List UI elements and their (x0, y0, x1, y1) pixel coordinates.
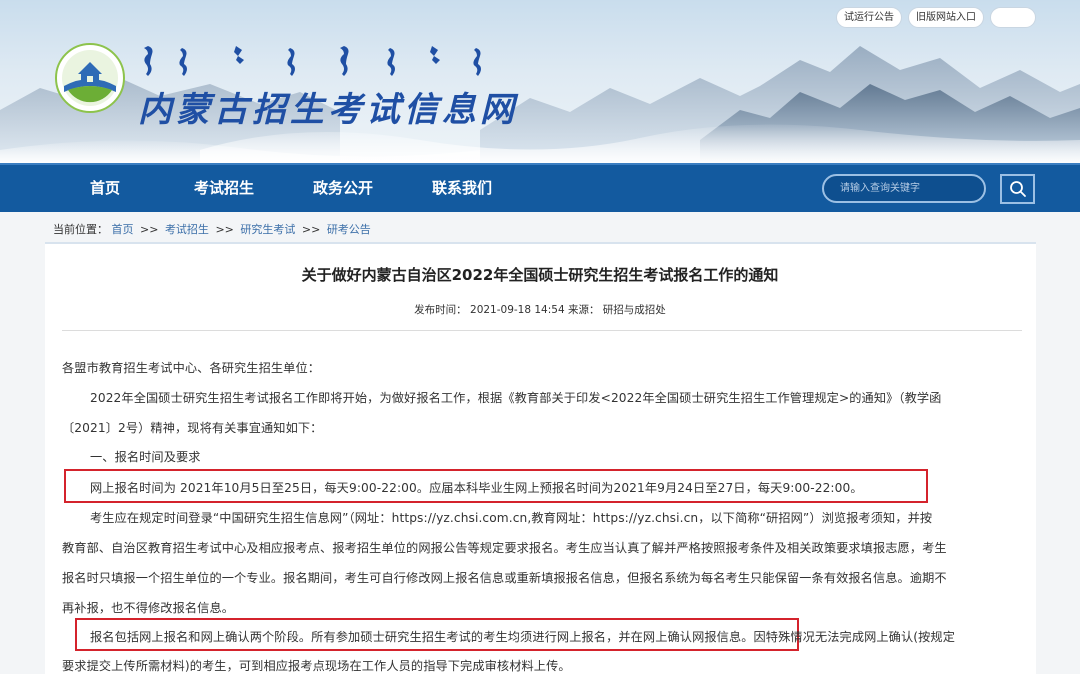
article-paragraph: 各盟市教育招生考试中心、各研究生招生单位： (62, 361, 321, 375)
article-divider (62, 330, 1022, 331)
breadcrumb-separator: >> (301, 223, 321, 236)
trial-run-notice-link[interactable]: 试运行公告 (836, 7, 902, 28)
exam-authority-logo (55, 43, 125, 113)
search-icon (1009, 181, 1026, 197)
breadcrumb-home[interactable]: 首页 (112, 223, 134, 236)
breadcrumb: 当前位置： 首页 >> 考试招生 >> 研究生考试 >> 研考公告 (53, 221, 371, 237)
article-paragraph-highlighted: 报名包括网上报名和网上确认两个阶段。所有参加硕士研究生招生考试的考生均须进行网上… (90, 630, 955, 644)
mongolian-script-icon (144, 46, 481, 76)
article-paragraph: 再补报，也不得修改报名信息。 (62, 601, 235, 615)
nav-item-contact-us[interactable]: 联系我们 (432, 165, 492, 212)
article-paragraph: 2022年全国硕士研究生招生考试报名工作即将开始，为做好报名工作，根据《教育部关… (90, 391, 942, 405)
article-paragraph: 要求提交上传所需材料)的考生，可到相应报考点现场在工作人员的指导下完成审核材料上… (62, 659, 571, 673)
article-paragraph: 考生应在规定时间登录“中国研究生招生信息网”（网址：https://yz.chs… (90, 511, 933, 525)
nav-item-exam-admission[interactable]: 考试招生 (194, 165, 254, 212)
nav-item-home[interactable]: 首页 (90, 165, 120, 212)
breadcrumb-exam-admission[interactable]: 考试招生 (165, 223, 209, 236)
main-nav: 首页 考试招生 政务公开 联系我们 (0, 163, 1080, 212)
article-paragraph: 〔2021〕2号）精神，现将有关事宜通知如下： (62, 421, 323, 435)
article-title: 关于做好内蒙古自治区2022年全国硕士研究生招生考试报名工作的通知 (301, 266, 779, 284)
article-paragraph: 教育部、自治区教育招生考试中心及相应报考点、报考招生单位的网报公告等规定要求报名… (62, 541, 947, 555)
article-section-heading: 一、报名时间及要求 (90, 450, 201, 464)
nav-item-government-affairs[interactable]: 政务公开 (313, 165, 373, 212)
site-banner: 试运行公告 旧版网站入口 内蒙古招生考试信息网 (0, 0, 1080, 163)
breadcrumb-separator: >> (140, 223, 159, 236)
search-button[interactable] (1000, 174, 1035, 204)
blank-top-button[interactable] (990, 7, 1036, 28)
breadcrumb-graduate-notice[interactable]: 研考公告 (327, 223, 371, 236)
site-title: 内蒙古招生考试信息网 (138, 90, 518, 130)
breadcrumb-graduate-exam[interactable]: 研究生考试 (240, 223, 295, 236)
article-paragraph-highlighted: 网上报名时间为 2021年10月5日至25日，每天9:00-22:00。应届本科… (90, 481, 863, 495)
article-meta: 发布时间： 2021-09-18 14:54 来源： 研招与成招处 (414, 304, 666, 316)
article-paragraph: 报名时只填报一个招生单位的一个专业。报名期间，考生可自行修改网上报名信息或重新填… (62, 571, 947, 585)
old-site-entry-link[interactable]: 旧版网站入口 (908, 7, 984, 28)
breadcrumb-separator: >> (215, 223, 234, 236)
search-box (822, 174, 986, 203)
top-links: 试运行公告 旧版网站入口 (836, 7, 1036, 28)
breadcrumb-label: 当前位置： (53, 223, 108, 236)
search-input[interactable] (824, 176, 984, 201)
